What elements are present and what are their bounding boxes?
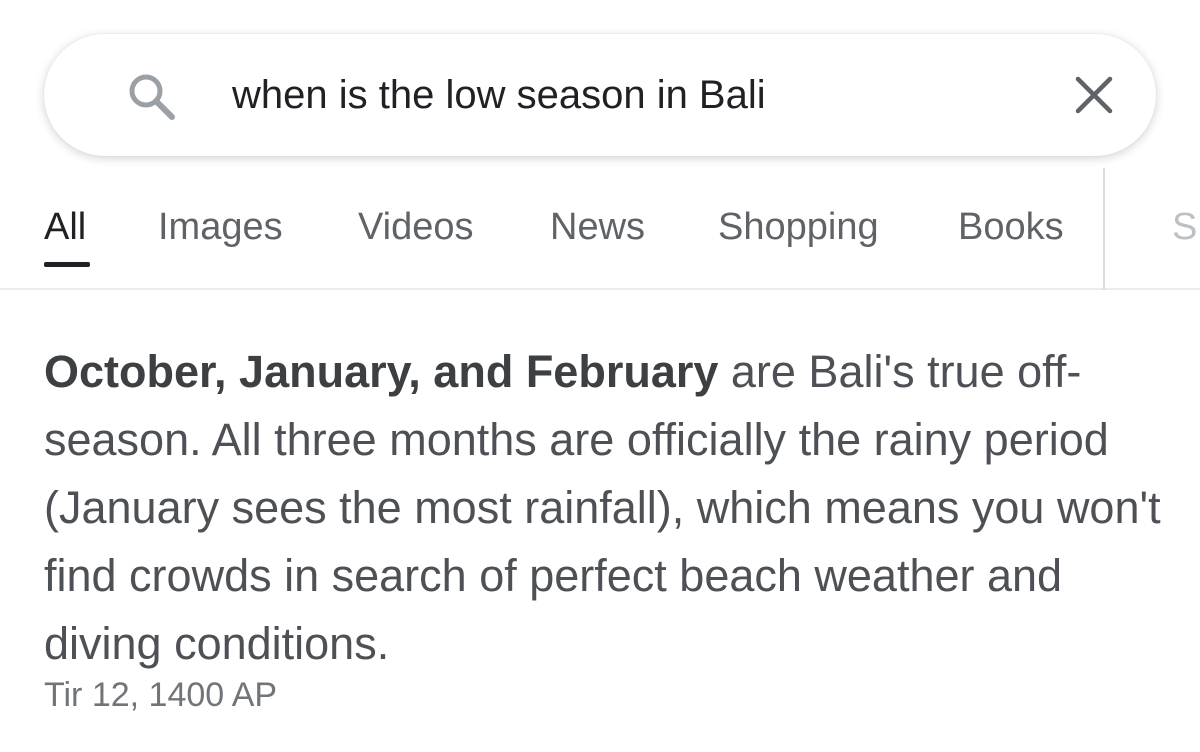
- tab-videos[interactable]: Videos: [358, 206, 474, 249]
- search-icon[interactable]: [124, 69, 180, 125]
- tabs-divider: [1103, 168, 1105, 290]
- tab-more-partial[interactable]: S: [1172, 206, 1200, 249]
- tab-books[interactable]: Books: [958, 206, 1064, 249]
- search-tabs: All Images Videos News Shopping Books S: [0, 168, 1200, 290]
- featured-answer: October, January, and February are Bali'…: [44, 338, 1164, 678]
- tab-news[interactable]: News: [550, 206, 645, 249]
- search-input[interactable]: [232, 34, 1052, 156]
- tab-images[interactable]: Images: [158, 206, 283, 249]
- answer-date: Tir 12, 1400 AP: [44, 676, 278, 714]
- tab-all[interactable]: All: [44, 206, 86, 249]
- search-results-page: All Images Videos News Shopping Books S …: [0, 0, 1200, 752]
- search-bar[interactable]: [44, 34, 1156, 156]
- tab-shopping[interactable]: Shopping: [718, 206, 879, 249]
- answer-highlight: October, January, and February: [44, 346, 719, 397]
- close-icon[interactable]: [1074, 75, 1114, 115]
- active-tab-indicator: [44, 262, 90, 267]
